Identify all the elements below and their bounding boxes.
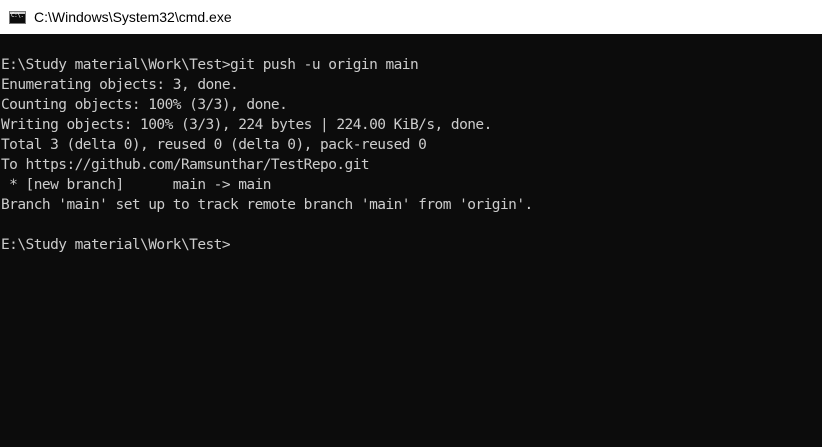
icon-text: C:\. [11,11,24,19]
console-line: Enumerating objects: 3, done. [1,77,239,93]
console-line: Writing objects: 100% (3/3), 224 bytes |… [1,117,492,133]
console-output[interactable]: E:\Study material\Work\Test>git push -u … [0,34,822,447]
console-line: Total 3 (delta 0), reused 0 (delta 0), p… [1,137,427,153]
console-line: Counting objects: 100% (3/3), done. [1,97,288,113]
window-title: C:\Windows\System32\cmd.exe [34,9,232,25]
console-line: Branch 'main' set up to track remote bra… [1,197,533,213]
command-prompt[interactable]: E:\Study material\Work\Test> [1,235,822,255]
title-bar[interactable]: C:\. C:\Windows\System32\cmd.exe [0,0,822,34]
console-line: * [new branch] main -> main [1,177,271,193]
console-line: E:\Study material\Work\Test>git push -u … [1,57,419,73]
cmd-icon[interactable]: C:\. [9,10,26,24]
console-line: To https://github.com/Ramsunthar/TestRep… [1,157,370,173]
cmd-window: C:\. C:\Windows\System32\cmd.exe E:\Stud… [0,0,822,447]
